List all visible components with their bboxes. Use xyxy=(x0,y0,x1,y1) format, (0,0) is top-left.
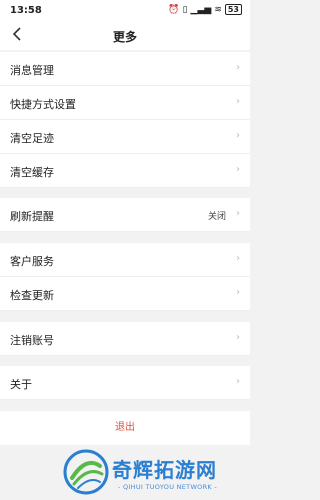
menu-item-about[interactable]: 关于 › xyxy=(0,366,250,400)
battery-indicator: 53 xyxy=(224,4,242,15)
status-bar: 13:58 ⏰ ▯ ▁▃▅ ≋ 53 xyxy=(0,0,250,22)
top-navigation-bar: 更多 xyxy=(0,22,250,50)
watermark-subtitle: - QIHUI TUOYOU NETWORK - xyxy=(118,483,217,491)
watermark: 奇辉拓游网 - QIHUI TUOYOU NETWORK - xyxy=(58,446,248,498)
chevron-right-icon: › xyxy=(236,332,240,343)
watermark-title: 奇辉拓游网 xyxy=(112,458,217,482)
chevron-right-icon: › xyxy=(236,287,240,298)
menu-item-message-management[interactable]: 消息管理 › xyxy=(0,52,250,86)
menu-item-label: 快捷方式设置 xyxy=(10,98,76,111)
chevron-right-icon: › xyxy=(236,130,240,141)
menu-item-check-update[interactable]: 检查更新 › xyxy=(0,277,250,311)
status-icons: ⏰ ▯ ▁▃▅ ≋ 53 xyxy=(168,4,242,15)
watermark-logo-icon xyxy=(63,449,109,495)
chevron-right-icon: › xyxy=(236,96,240,107)
menu-item-label: 客户服务 xyxy=(10,255,54,268)
menu-item-clear-footprints[interactable]: 清空足迹 › xyxy=(0,120,250,154)
vibrate-icon: ▯ xyxy=(182,4,188,15)
menu-item-refresh-reminder[interactable]: 刷新提醒 关闭 › xyxy=(0,198,250,232)
menu-item-label: 刷新提醒 xyxy=(10,210,54,223)
menu-item-label: 关于 xyxy=(10,378,32,391)
menu-item-label: 检查更新 xyxy=(10,289,54,302)
logout-button[interactable]: 退出 xyxy=(0,411,250,445)
refresh-reminder-value: 关闭 xyxy=(207,212,226,222)
menu-item-label: 消息管理 xyxy=(10,64,54,77)
chevron-right-icon: › xyxy=(236,208,240,219)
wifi-icon: ≋ xyxy=(214,4,222,15)
alarm-icon: ⏰ xyxy=(168,4,180,15)
menu-item-cancel-account[interactable]: 注销账号 › xyxy=(0,322,250,356)
menu-item-shortcut-settings[interactable]: 快捷方式设置 › xyxy=(0,86,250,120)
chevron-right-icon: › xyxy=(236,62,240,73)
menu-item-label: 注销账号 xyxy=(10,334,54,347)
menu-item-customer-service[interactable]: 客户服务 › xyxy=(0,243,250,277)
menu-item-label: 清空足迹 xyxy=(10,132,54,145)
page-title: 更多 xyxy=(112,30,137,44)
signal-icon: ▁▃▅ xyxy=(190,4,212,15)
chevron-right-icon: › xyxy=(236,164,240,175)
menu-item-clear-cache[interactable]: 清空缓存 › xyxy=(0,154,250,188)
chevron-right-icon: › xyxy=(236,253,240,264)
menu-item-label: 清空缓存 xyxy=(10,166,54,179)
status-time: 13:58 xyxy=(10,5,42,16)
chevron-right-icon: › xyxy=(236,376,240,387)
